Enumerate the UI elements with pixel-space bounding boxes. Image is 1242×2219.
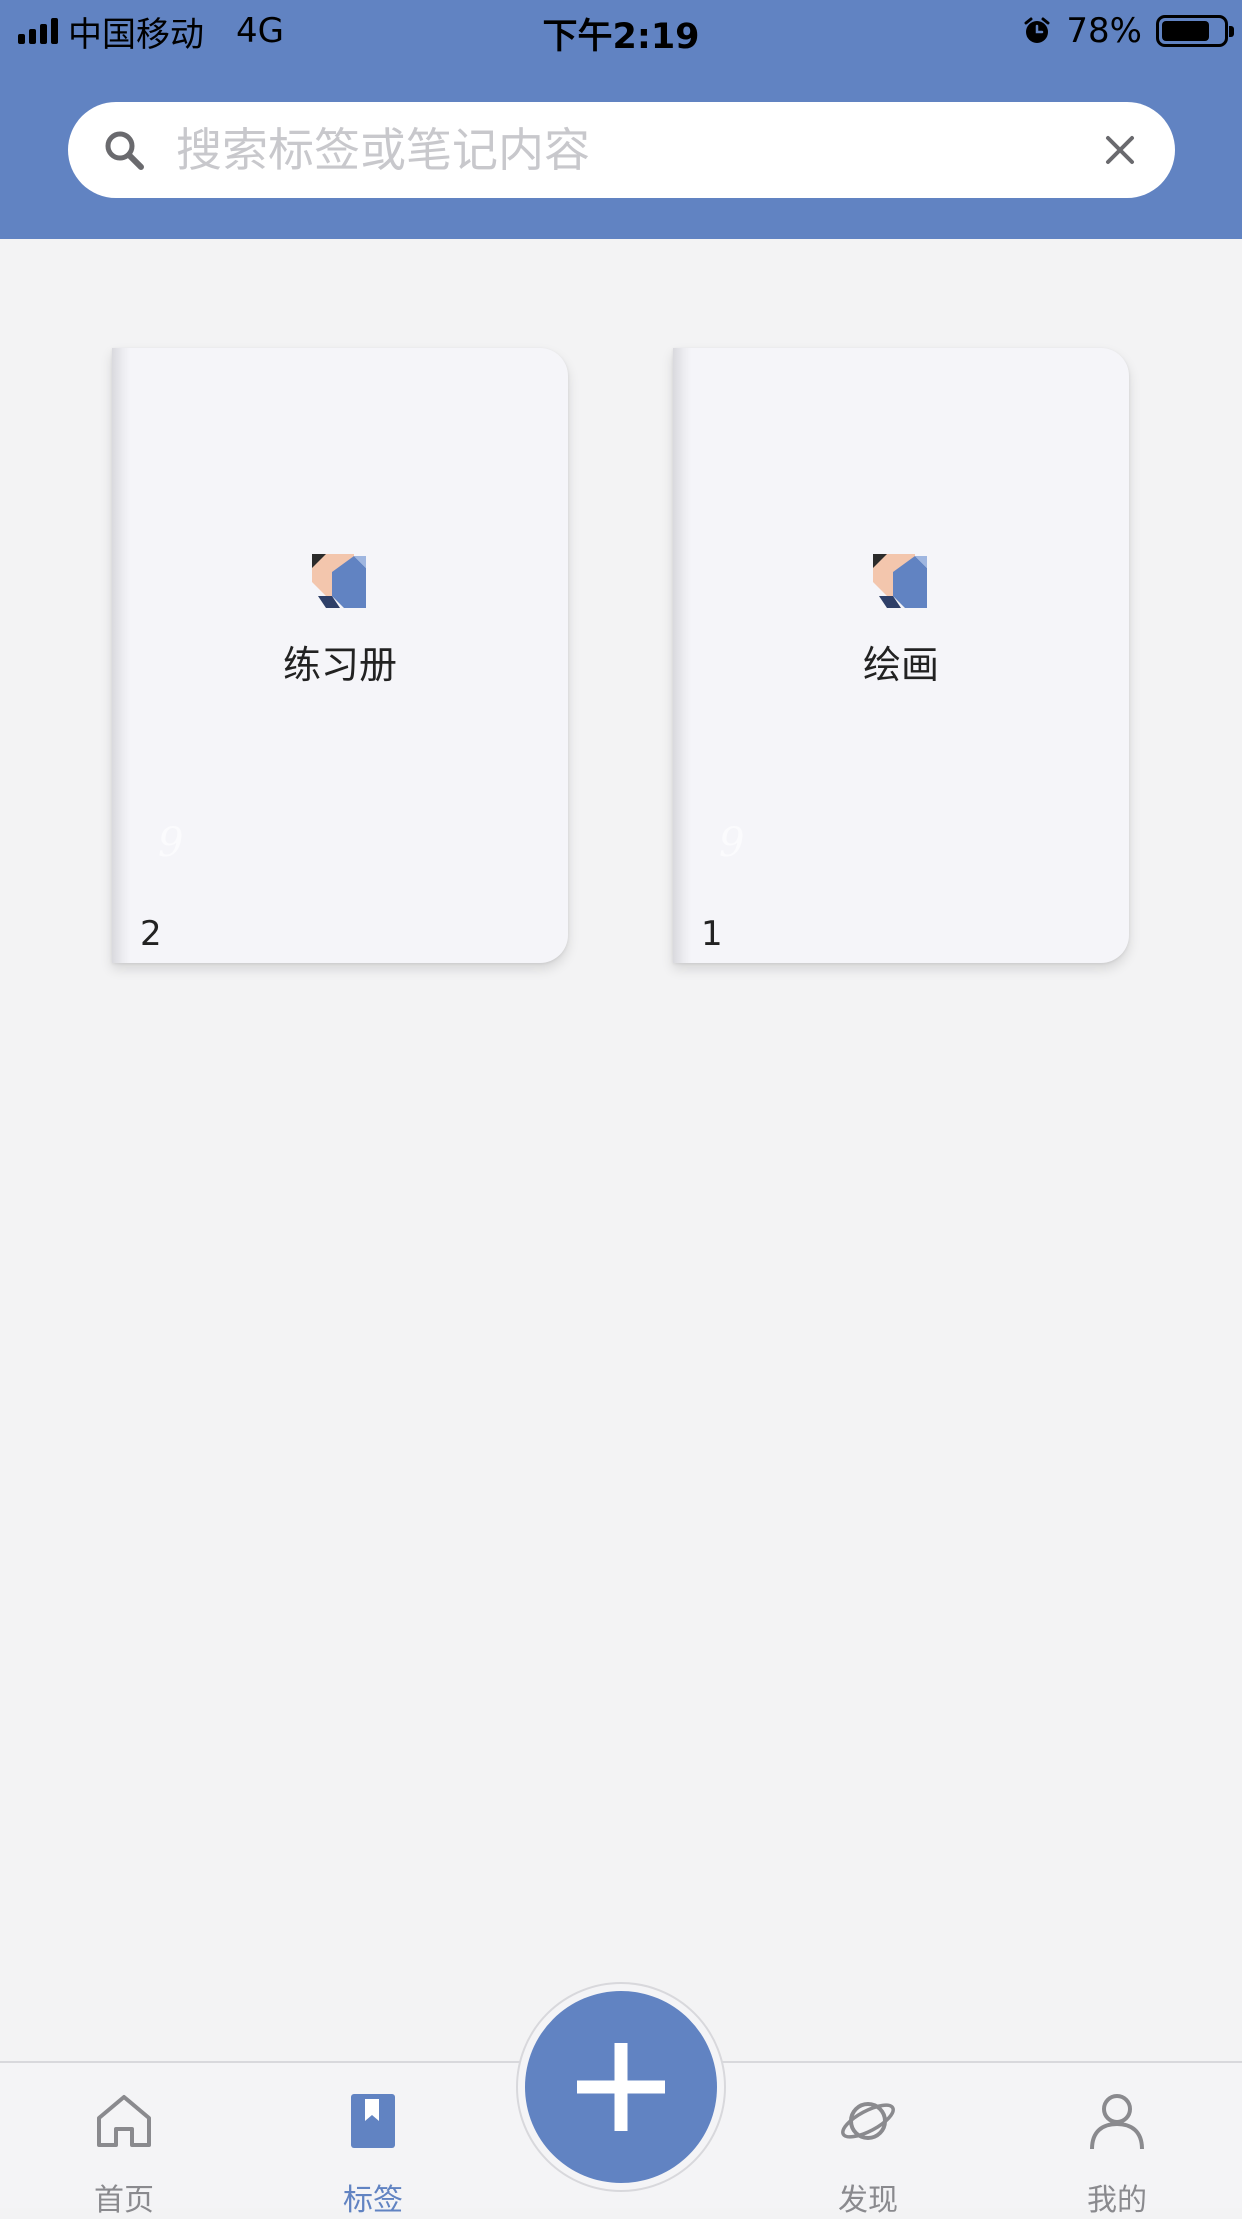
search-icon <box>105 131 144 170</box>
tag-title: 绘画 <box>862 643 939 687</box>
tag-note-count: 1 <box>701 914 723 954</box>
alarm-icon <box>1024 17 1050 43</box>
search-input[interactable] <box>176 116 1076 184</box>
tab-tags[interactable]: 标签 <box>273 2063 473 2218</box>
tag-logo-icon <box>873 554 927 608</box>
status-bar: 中国移动 4G 下午2:19 78% <box>0 0 1242 62</box>
tag-card-painting[interactable]: 绘画 9 1 <box>673 348 1129 963</box>
tab-label: 我的 <box>1087 2183 1147 2218</box>
tag-title: 练习册 <box>282 643 397 687</box>
tab-label: 首页 <box>94 2183 154 2218</box>
plus-icon <box>577 2043 665 2131</box>
tag-logo-icon <box>312 554 366 608</box>
tab-label: 标签 <box>343 2183 403 2218</box>
status-right: 78% <box>1022 8 1234 54</box>
tab-profile[interactable]: 我的 <box>1017 2063 1217 2218</box>
battery-icon <box>1156 15 1234 47</box>
tab-home[interactable]: 首页 <box>24 2063 224 2218</box>
home-icon <box>97 2095 151 2147</box>
battery-fill <box>1162 21 1209 41</box>
battery-percent: 78% <box>1066 11 1142 51</box>
tag-note-count: 2 <box>140 914 162 954</box>
person-icon <box>1090 2094 1144 2150</box>
tag-faint-mark: 9 <box>158 820 184 866</box>
tag-faint-mark: 9 <box>719 820 745 866</box>
planet-icon <box>841 2102 895 2140</box>
bookmark-icon <box>351 2094 395 2148</box>
clear-icon[interactable] <box>1102 132 1138 168</box>
header-bar: 中国移动 4G 下午2:19 78% <box>0 0 1242 239</box>
search-bar[interactable] <box>68 102 1175 198</box>
tab-discover[interactable]: 发现 <box>768 2063 968 2218</box>
tag-card-workbook[interactable]: 练习册 9 2 <box>112 348 568 963</box>
tab-label: 发现 <box>838 2183 898 2218</box>
add-note-button[interactable] <box>525 1991 717 2183</box>
